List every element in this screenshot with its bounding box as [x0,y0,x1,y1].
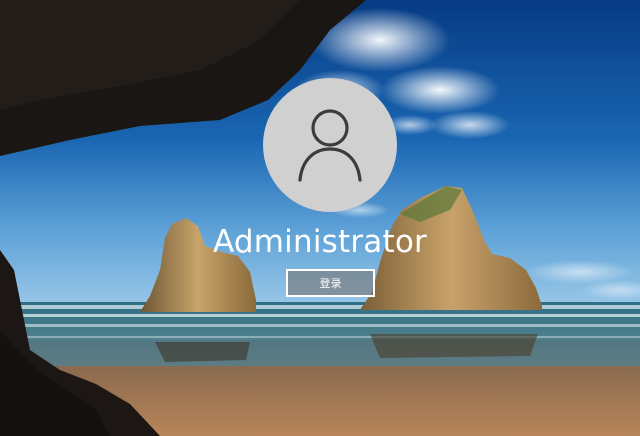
username-label: Administrator [213,224,427,260]
wallpaper-image [0,0,640,436]
sign-in-button[interactable]: 登录 [286,269,375,297]
sign-in-button-label: 登录 [319,277,342,290]
user-icon [298,109,362,182]
lock-screen: Administrator 登录 [0,0,640,436]
user-avatar [263,78,397,212]
